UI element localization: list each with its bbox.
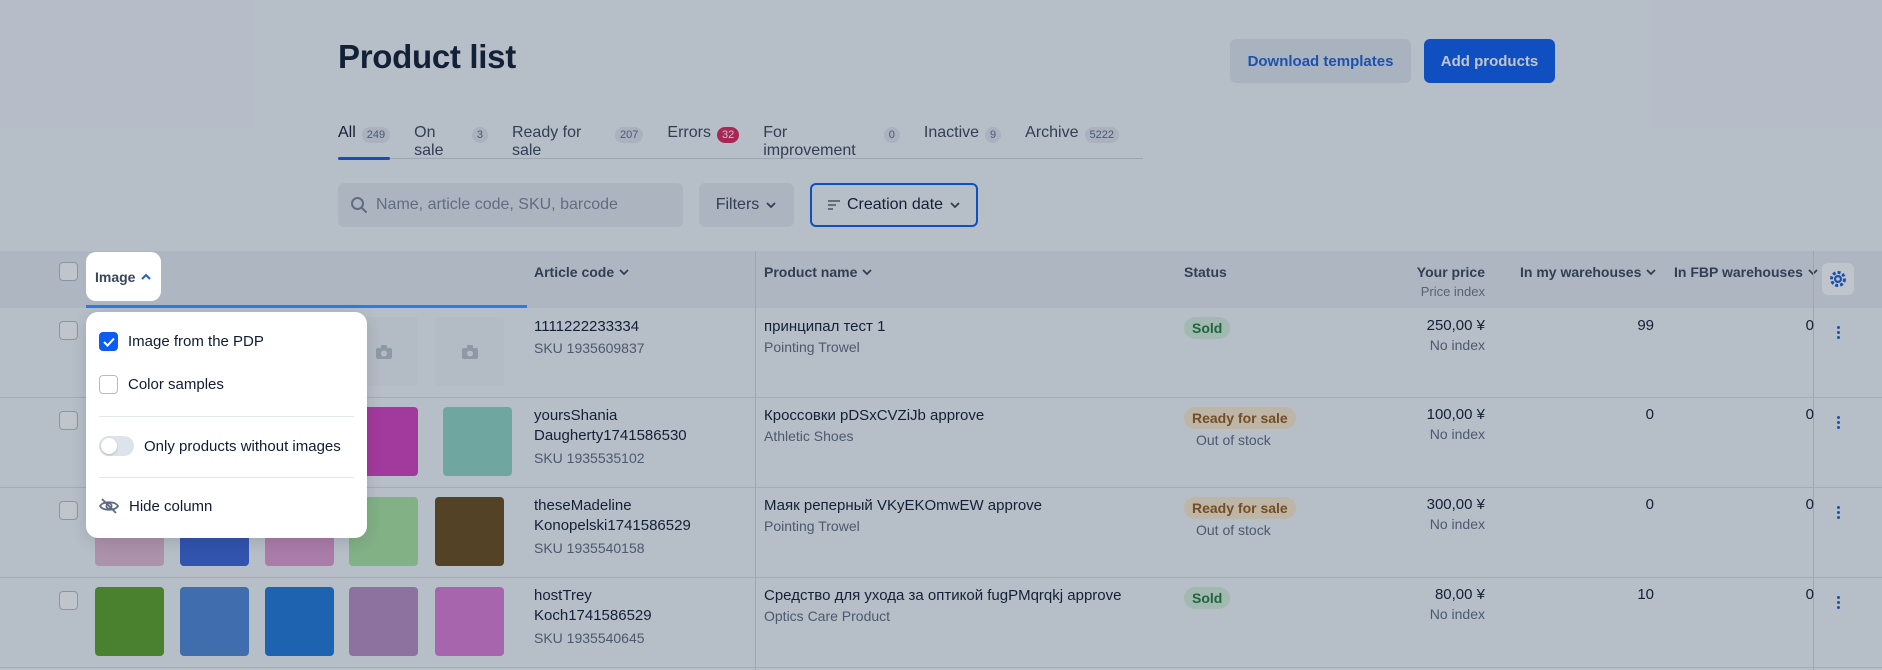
toggle-switch[interactable] <box>99 436 134 456</box>
option-hide-column[interactable]: Hide column <box>99 497 212 515</box>
column-image[interactable]: Image <box>86 252 161 301</box>
checkbox-checked[interactable] <box>99 332 118 351</box>
column-active-indicator <box>86 305 527 308</box>
option-label: Hide column <box>129 497 213 515</box>
column-label: Image <box>95 268 136 285</box>
menu-divider <box>99 416 354 417</box>
option-image-from-pdp[interactable]: Image from the PDP <box>99 332 264 351</box>
eye-off-icon <box>99 498 119 514</box>
image-column-menu: Image from the PDP Color samples Only pr… <box>86 312 367 538</box>
checkbox-unchecked[interactable] <box>99 375 118 394</box>
option-color-samples[interactable]: Color samples <box>99 375 224 394</box>
option-label: Only products without images <box>144 437 341 455</box>
check-icon <box>102 337 115 347</box>
product-list-page: Product list Download templates Add prod… <box>0 0 1882 670</box>
option-label: Image from the PDP <box>128 333 264 350</box>
option-only-without-images[interactable]: Only products without images <box>99 436 341 456</box>
chevron-up-icon <box>141 273 152 280</box>
option-label: Color samples <box>128 376 224 393</box>
menu-divider <box>99 477 354 478</box>
